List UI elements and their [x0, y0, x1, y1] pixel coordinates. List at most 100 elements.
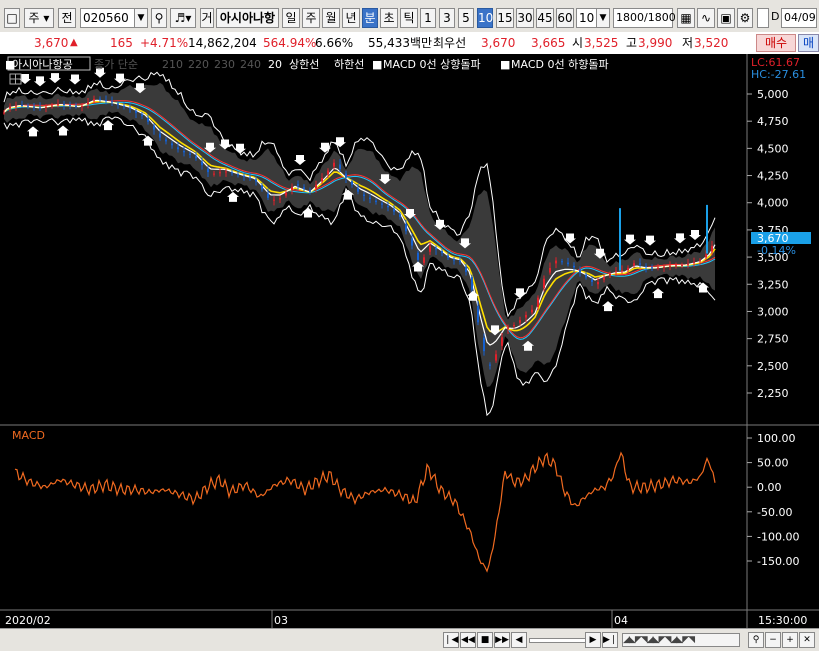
macd-down-arrow-icon: [319, 142, 331, 153]
d-checkbox[interactable]: [757, 8, 769, 28]
scroll-right-icon[interactable]: ▶: [585, 632, 601, 648]
period-yearly[interactable]: 년: [342, 8, 360, 28]
candle-body: [603, 277, 605, 280]
interval-15[interactable]: 15: [496, 8, 514, 28]
minus-icon[interactable]: −: [765, 632, 781, 648]
search-icon[interactable]: ⚲: [151, 8, 167, 28]
candle-body: [195, 156, 197, 159]
candle-body: [255, 179, 257, 182]
price-change-pct: +4.71%: [140, 36, 189, 50]
candle-body: [21, 105, 23, 107]
scroll-end-icon[interactable]: ▶❘: [602, 632, 618, 648]
chart-area[interactable]: 5,000 4,750 4,500 4,250 4,000 3,750 3,500 3,250…: [0, 54, 819, 628]
scroll-left-icon[interactable]: ◀: [511, 632, 527, 648]
code-value: 020560: [83, 11, 129, 25]
candle-body: [303, 187, 305, 189]
period-second[interactable]: 초: [380, 8, 398, 28]
open-price: 3,525: [584, 36, 619, 50]
candle-body: [363, 194, 365, 197]
macd-down-arrow-icon: [49, 73, 61, 84]
period-weekly[interactable]: 주: [302, 8, 320, 28]
category-select[interactable]: 전: [58, 8, 76, 28]
price-tick-label: 4,250: [757, 170, 789, 183]
chevron-down-icon[interactable]: ▼: [134, 8, 148, 28]
save-icon[interactable]: ▣: [717, 8, 735, 28]
candle-body: [525, 314, 527, 318]
macd-tick-label: -100.00: [757, 530, 799, 543]
macd-down-arrow-icon: [514, 288, 526, 299]
legend-lower: 하한선: [334, 57, 364, 71]
candle-body: [615, 271, 617, 273]
candle-body: [213, 173, 215, 175]
candle-body: [681, 264, 683, 266]
forward-icon[interactable]: ▶▶: [494, 632, 510, 648]
candle-body: [657, 267, 659, 269]
sound-icon[interactable]: ♬▾: [170, 8, 196, 28]
drawing-tools-strip[interactable]: ◢◣◤◥◢◣◤◥◢◣◤◥: [622, 633, 740, 647]
candle-body: [465, 266, 467, 272]
price-macd-chart: 5,0004,7504,5004,2504,0003,7503,5003,250…: [0, 54, 819, 628]
period-monthly[interactable]: 월: [322, 8, 340, 28]
interval-1[interactable]: 1: [420, 8, 436, 28]
macd-down-arrow-icon: [334, 137, 346, 148]
candle-body: [111, 101, 113, 103]
candle-body: [105, 100, 107, 102]
period-minute[interactable]: 분: [362, 8, 378, 28]
scroll-track[interactable]: [529, 638, 586, 643]
chevron-down-icon[interactable]: ▼: [596, 8, 610, 28]
rewind-icon[interactable]: ◀◀: [460, 632, 476, 648]
count-input[interactable]: 1800/1800: [613, 8, 676, 28]
scroll-start-icon[interactable]: ❘◀: [443, 632, 459, 648]
market-select[interactable]: 주 ▾: [24, 8, 54, 28]
interval-30[interactable]: 30: [516, 8, 534, 28]
candle-body: [669, 265, 671, 267]
candle-body: [489, 364, 491, 366]
candle-body: [699, 260, 701, 262]
candle-body: [27, 105, 29, 107]
interval-45[interactable]: 45: [536, 8, 554, 28]
date-input[interactable]: 04/09: [781, 8, 817, 28]
period-daily[interactable]: 일: [282, 8, 300, 28]
candle-body: [405, 224, 407, 232]
interval-3[interactable]: 3: [439, 8, 455, 28]
candle-body: [15, 105, 17, 107]
candle-body: [39, 107, 41, 109]
candle-body: [561, 261, 563, 263]
interval-5[interactable]: 5: [458, 8, 474, 28]
macd-down-arrow-icon: [114, 73, 126, 84]
candle-body: [261, 185, 263, 190]
candle-body: [393, 209, 395, 212]
indicator-icon[interactable]: ∿: [697, 8, 715, 28]
interval-60[interactable]: 60: [556, 8, 574, 28]
stop-icon[interactable]: ■: [477, 632, 493, 648]
price-tick-label: 4,500: [757, 142, 789, 155]
time-clock: 15:30:00: [758, 614, 807, 627]
gear-icon[interactable]: ⚙: [737, 8, 753, 28]
chart-tools-icon[interactable]: ▦: [677, 8, 695, 28]
candle-body: [609, 273, 611, 276]
interval-10[interactable]: 10: [477, 8, 493, 28]
candle-body: [375, 200, 377, 203]
current-price-tag-pct: -0.14%: [757, 244, 796, 257]
hc-readout: HC:-27.61: [751, 68, 806, 81]
period-tick[interactable]: 틱: [400, 8, 418, 28]
plus-icon[interactable]: +: [782, 632, 798, 648]
macd-axis: 100.00 50.00 0.00 -50.00 -100.00 -150.00: [747, 432, 799, 568]
priority-buy: 3,665: [531, 36, 566, 50]
buy-button[interactable]: 매수: [756, 34, 796, 52]
market-value: 주: [28, 11, 40, 25]
macd-up-arrow-icon: [302, 207, 314, 218]
window-icon[interactable]: □: [4, 8, 20, 28]
candle-body: [3, 112, 5, 114]
zoom-search-icon[interactable]: ⚲: [748, 632, 764, 648]
candle-body: [675, 265, 677, 267]
up-arrow-icon: ▲: [70, 37, 78, 48]
macd-tick-label: 100.00: [757, 432, 796, 445]
interval-dropdown-value: 10: [579, 11, 595, 25]
type-label[interactable]: 거: [200, 8, 214, 28]
macd-up-arrow-icon: [227, 191, 239, 202]
sell-button[interactable]: 매: [798, 34, 819, 52]
close-icon[interactable]: ✕: [799, 632, 815, 648]
price-change: 165: [110, 36, 133, 50]
macd-tick-label: 0.00: [757, 481, 782, 494]
